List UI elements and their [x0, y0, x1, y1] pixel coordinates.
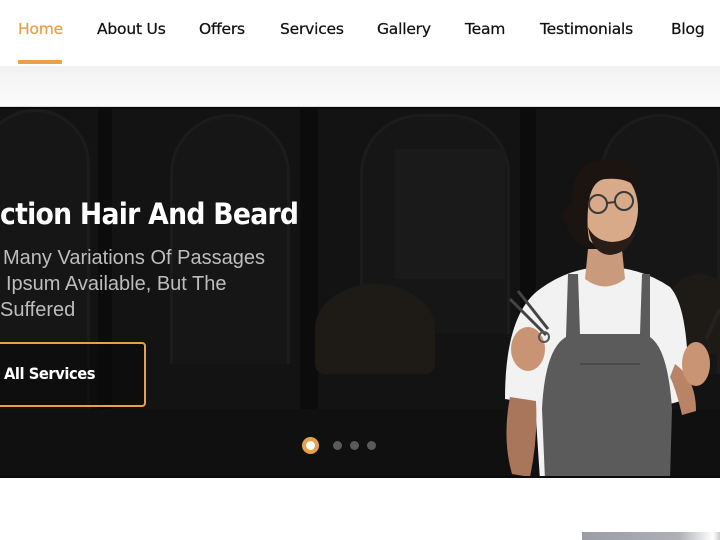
nav-item-about-us[interactable]: About Us — [97, 20, 166, 42]
hero-description-line: Many Variations Of Passages — [3, 247, 265, 269]
hero-slider: ction Hair And Beard Many Variations Of … — [0, 107, 720, 478]
hero-title: ction Hair And Beard — [0, 197, 299, 231]
hero-description-line: Suffered — [0, 299, 76, 321]
carousel-dot-active[interactable] — [302, 437, 319, 454]
barber-photo — [505, 159, 720, 476]
nav-item-services[interactable]: Services — [280, 20, 344, 42]
nav-item-gallery[interactable]: Gallery — [377, 20, 431, 42]
nav-item-offers[interactable]: Offers — [199, 20, 245, 42]
comb-icon — [704, 308, 720, 340]
hero-description: Many Variations Of Passages Ipsum Availa… — [0, 245, 300, 323]
nav-item-team[interactable]: Team — [465, 20, 506, 42]
section-image-preview — [582, 532, 720, 540]
all-services-button[interactable]: All Services — [0, 342, 146, 407]
carousel-dot[interactable] — [367, 441, 376, 450]
nav-item-testimonials[interactable]: Testimonials — [540, 20, 633, 42]
carousel-dot[interactable] — [350, 441, 359, 450]
neck — [585, 249, 625, 287]
hero-description-line: Ipsum Available, But The — [6, 273, 227, 295]
header-divider-band — [0, 66, 720, 107]
nav-menu: Home About Us Offers Services Gallery Te… — [0, 0, 720, 66]
left-arm — [506, 397, 537, 476]
all-services-button-label: All Services — [4, 364, 96, 383]
active-nav-indicator — [18, 60, 62, 64]
nav-item-blog[interactable]: Blog — [671, 20, 705, 42]
carousel-dot[interactable] — [333, 441, 342, 450]
main-navbar: Home About Us Offers Services Gallery Te… — [0, 0, 720, 66]
nav-item-home[interactable]: Home — [18, 20, 63, 42]
